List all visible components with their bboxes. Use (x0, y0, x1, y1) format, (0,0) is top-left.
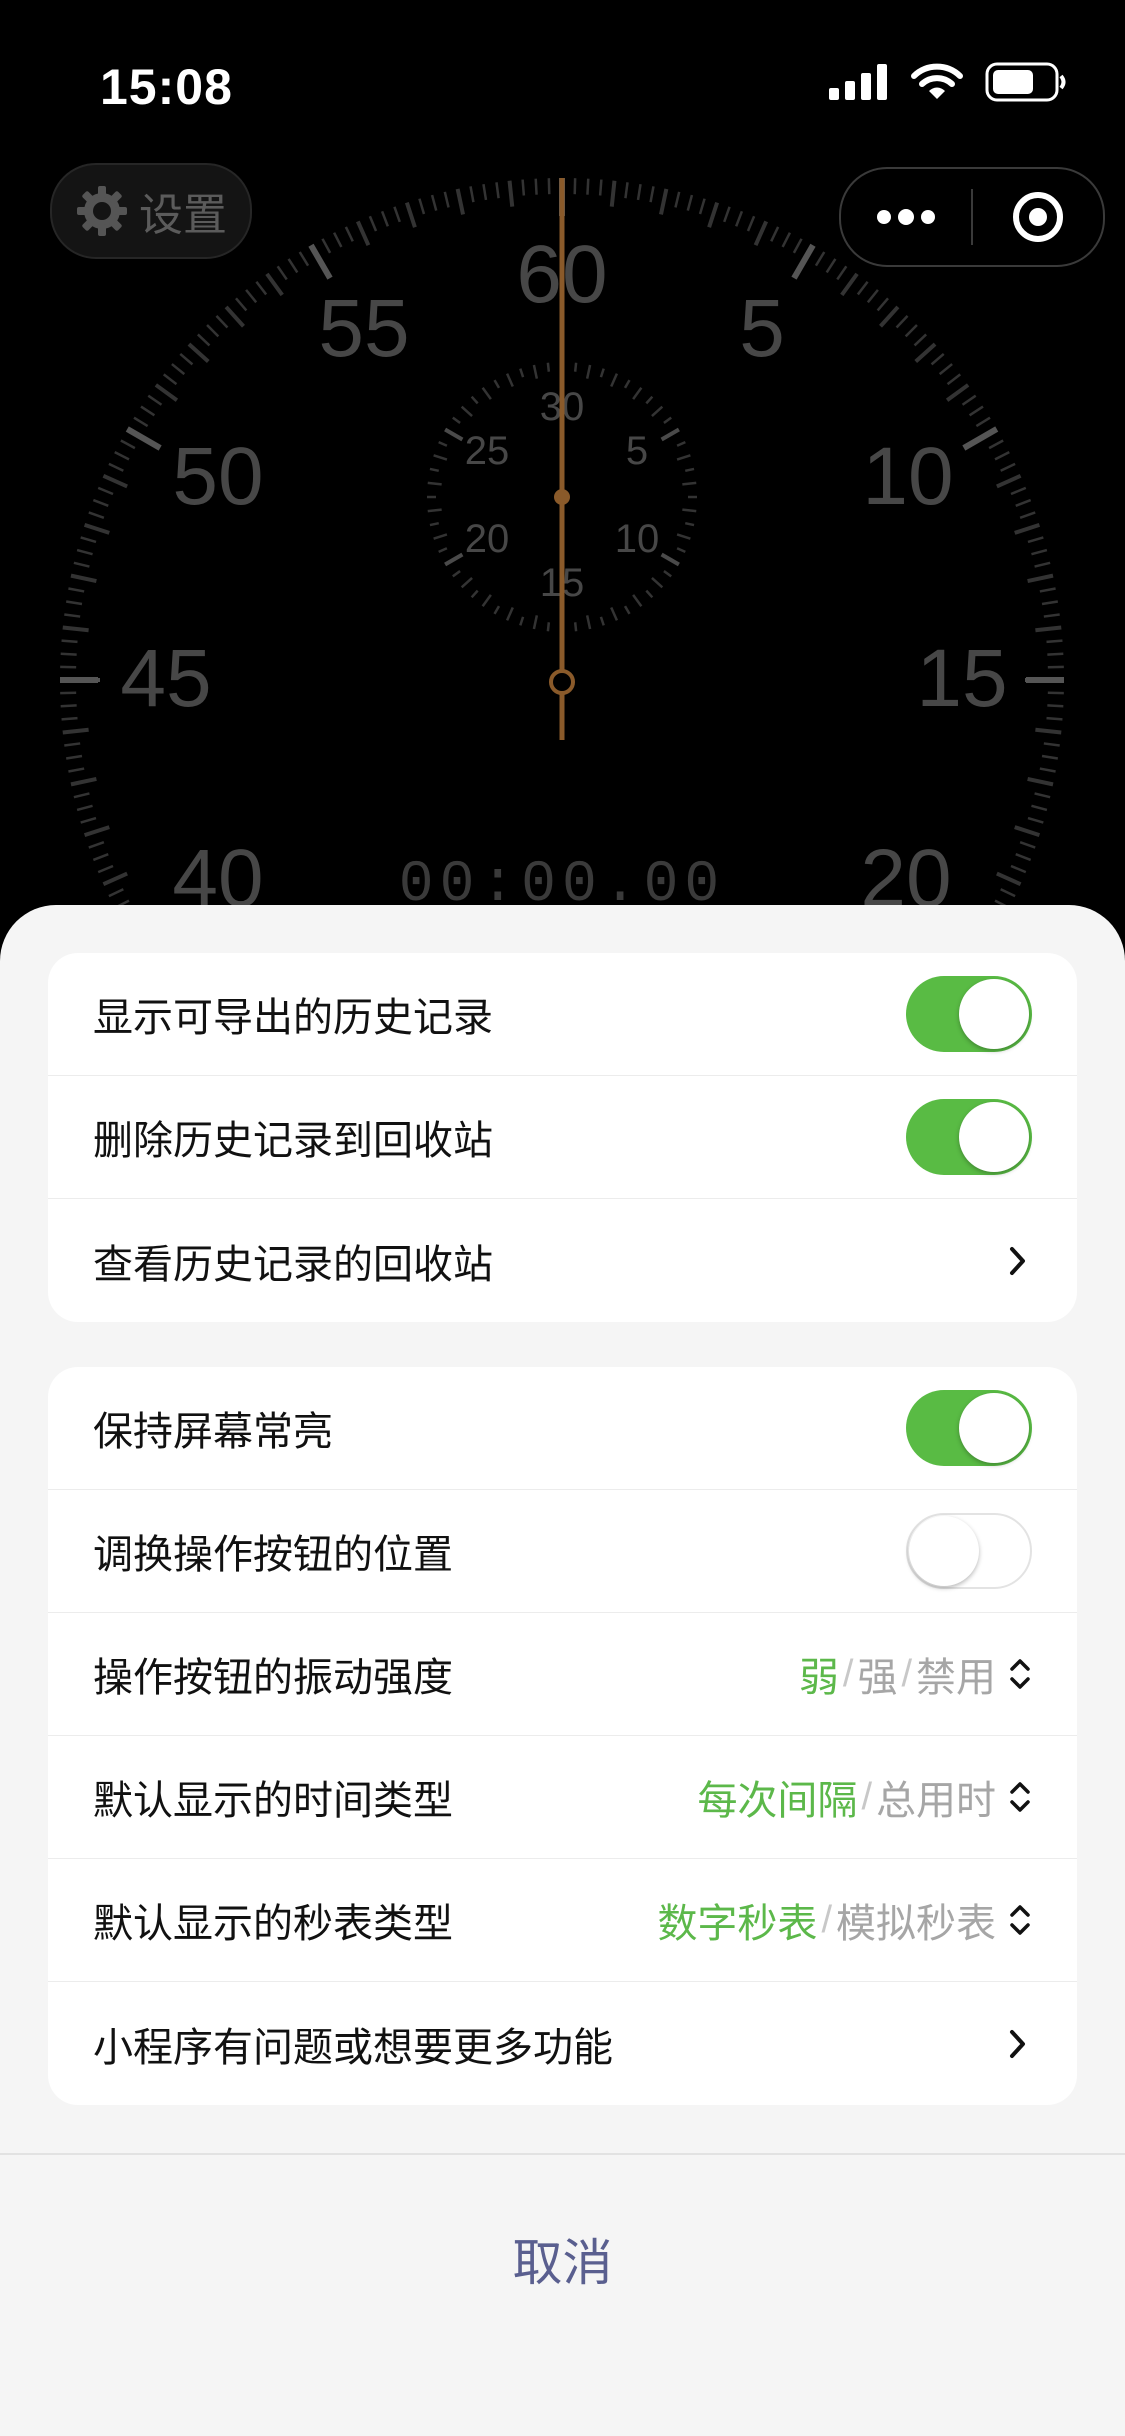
inner-dial-label-25: 25 (465, 429, 510, 473)
up-down-chevron-icon (1008, 1777, 1032, 1817)
battery-icon (985, 62, 1066, 102)
option-weak[interactable]: 弱 (799, 1645, 839, 1703)
inner-dial-label-10: 10 (615, 517, 660, 561)
row-label: 显示可导出的历史记录 (93, 996, 493, 1040)
settings-group-history: 显示可导出的历史记录 删除历史记录到回收站 查看历史记录的回收站 (48, 953, 1077, 1322)
inner-dial-label-20: 20 (465, 517, 510, 561)
settings-button[interactable]: 设置 (50, 163, 252, 259)
more-button[interactable] (841, 169, 971, 265)
row-vibration-strength[interactable]: 操作按钮的振动强度 弱 / 强 / 禁用 (48, 1613, 1077, 1736)
settings-group-general: 保持屏幕常亮 调换操作按钮的位置 操作按钮的振动强度 弱 / 强 / 禁用 默认… (48, 1367, 1077, 2105)
default-stopwatch-type-picker[interactable]: 数字秒表 / 模拟秒表 (657, 1891, 1032, 1949)
up-down-chevron-icon (1008, 1654, 1032, 1694)
default-time-type-picker[interactable]: 每次间隔 / 总用时 (697, 1768, 1032, 1826)
dial-label-5: 5 (739, 283, 785, 374)
row-label: 默认显示的时间类型 (93, 1779, 453, 1823)
cancel-button[interactable]: 取消 (0, 2223, 1125, 2295)
gear-icon (77, 186, 127, 236)
close-miniprogram-button[interactable] (973, 169, 1103, 265)
option-analog-stopwatch[interactable]: 模拟秒表 (836, 1891, 996, 1949)
sheet-divider (0, 2153, 1125, 2155)
option-strong[interactable]: 强 (857, 1645, 897, 1703)
dial-label-55: 55 (318, 283, 409, 374)
wifi-icon (911, 63, 963, 99)
row-label: 操作按钮的振动强度 (93, 1656, 453, 1700)
row-default-time-type[interactable]: 默认显示的时间类型 每次间隔 / 总用时 (48, 1736, 1077, 1859)
row-label: 删除历史记录到回收站 (93, 1119, 493, 1163)
vibration-strength-picker[interactable]: 弱 / 强 / 禁用 (799, 1645, 1032, 1703)
inner-dial-label-5: 5 (626, 429, 648, 473)
settings-label: 设置 (139, 191, 227, 240)
row-show-exportable-history[interactable]: 显示可导出的历史记录 (48, 953, 1077, 1076)
dial-label-15: 15 (916, 633, 1007, 724)
row-label: 保持屏幕常亮 (93, 1410, 333, 1454)
more-dots-icon (877, 209, 935, 225)
row-label: 调换操作按钮的位置 (93, 1533, 453, 1577)
row-label: 小程序有问题或想要更多功能 (93, 2025, 613, 2070)
toggle-keep-screen-on[interactable] (906, 1390, 1032, 1466)
row-default-stopwatch-type[interactable]: 默认显示的秒表类型 数字秒表 / 模拟秒表 (48, 1859, 1077, 1982)
row-label: 查看历史记录的回收站 (93, 1242, 493, 1287)
settings-sheet: 显示可导出的历史记录 删除历史记录到回收站 查看历史记录的回收站 保持屏幕常亮 … (0, 905, 1125, 2436)
dial-label-50: 50 (172, 431, 263, 522)
toggle-delete-history-to-trash[interactable] (906, 1099, 1032, 1175)
analog-stopwatch-dial: 60 5 10 15 20 40 45 50 55 30 5 10 15 20 … (60, 178, 1064, 960)
dial-label-10: 10 (862, 431, 953, 522)
miniprogram-capsule (839, 167, 1105, 267)
row-label: 默认显示的秒表类型 (93, 1902, 453, 1946)
target-circle-icon (1013, 192, 1063, 242)
option-disabled[interactable]: 禁用 (916, 1645, 996, 1703)
row-keep-screen-on[interactable]: 保持屏幕常亮 (48, 1367, 1077, 1490)
chevron-right-icon (1004, 2024, 1032, 2064)
option-total-time[interactable]: 总用时 (876, 1768, 996, 1826)
status-time: 15:08 (100, 59, 233, 115)
row-swap-button-position[interactable]: 调换操作按钮的位置 (48, 1490, 1077, 1613)
row-delete-history-to-trash[interactable]: 删除历史记录到回收站 (48, 1076, 1077, 1199)
toggle-swap-button-position[interactable] (906, 1513, 1032, 1589)
option-digital-stopwatch[interactable]: 数字秒表 (657, 1891, 817, 1949)
toggle-show-exportable-history[interactable] (906, 976, 1032, 1052)
chevron-right-icon (1004, 1241, 1032, 1281)
option-each-interval[interactable]: 每次间隔 (697, 1768, 857, 1826)
status-icons (829, 62, 1067, 102)
up-down-chevron-icon (1008, 1900, 1032, 1940)
dial-label-45: 45 (120, 633, 211, 724)
cellular-signal-icon (829, 64, 887, 100)
row-view-history-trash[interactable]: 查看历史记录的回收站 (48, 1199, 1077, 1322)
row-feedback[interactable]: 小程序有问题或想要更多功能 (48, 1982, 1077, 2105)
